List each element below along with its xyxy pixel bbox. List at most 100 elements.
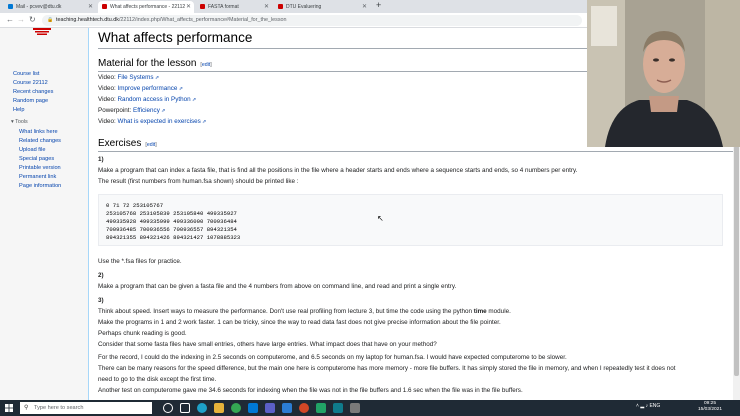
sidebar-item-recent-changes[interactable]: Recent changes xyxy=(13,88,53,97)
app-icon[interactable] xyxy=(350,403,360,413)
back-icon[interactable]: ← xyxy=(6,15,14,24)
excel-icon[interactable] xyxy=(316,403,326,413)
section-heading-material: Material for the lesson [edit] xyxy=(98,58,212,69)
dtu-logo[interactable] xyxy=(33,28,51,36)
edit-section-link: [edit] xyxy=(200,62,212,68)
mail-icon[interactable] xyxy=(248,403,258,413)
material-item: Video: Improve performance ⇗ xyxy=(98,85,183,92)
code-block: 0 71 72 253105767 253105768 253105839 25… xyxy=(98,194,723,246)
mouse-cursor-icon: ↖ xyxy=(377,214,384,223)
exercise-text: Perhaps chunk reading is good. xyxy=(98,330,187,337)
tools-item-special-pages[interactable]: Special pages xyxy=(19,155,61,164)
tools-list: What links here Related changes Upload f… xyxy=(19,128,61,191)
taskbar: ⚲ Type here to search ˄ ▂ ♪ ENG 09:25 15… xyxy=(0,400,740,416)
forward-icon[interactable]: → xyxy=(17,15,25,24)
exercise-text: Think about speed. Insert ways to measur… xyxy=(98,308,511,315)
tools-toggle[interactable]: ▾ Tools xyxy=(11,119,28,125)
close-tab-icon[interactable]: ✕ xyxy=(362,3,367,10)
external-link-icon: ⇗ xyxy=(177,86,183,92)
material-link-random-access[interactable]: Random access in Python xyxy=(118,96,191,103)
external-link-icon: ⇗ xyxy=(159,108,166,114)
outlook-icon xyxy=(8,4,13,9)
dtu-icon xyxy=(200,4,205,9)
exercise-text: need to go to the disk except the first … xyxy=(98,376,217,383)
divider xyxy=(98,151,733,152)
exercise-text: Another test on computerome gave me 34.6… xyxy=(98,387,523,394)
tools-item-related-changes[interactable]: Related changes xyxy=(19,137,61,146)
exercise-text: Make the programs in 1 and 2 work faster… xyxy=(98,319,501,326)
word-icon[interactable] xyxy=(282,403,292,413)
exercise-number: 1) xyxy=(98,156,104,163)
file-explorer-icon[interactable] xyxy=(214,403,224,413)
sidebar-item-course-list[interactable]: Course list xyxy=(13,70,53,79)
webcam-overlay xyxy=(587,0,740,147)
exercise-text: Consider that some fasta files have smal… xyxy=(98,341,437,348)
material-link-efficiency[interactable]: Efficiency xyxy=(133,107,160,114)
material-link-expected-in-exercises[interactable]: What is expected in exercises xyxy=(118,118,201,125)
exercise-number: 2) xyxy=(98,272,104,279)
material-item: Video: What is expected in exercises ⇗ xyxy=(98,118,207,125)
recorder-icon[interactable] xyxy=(299,403,309,413)
teams-icon[interactable] xyxy=(265,403,275,413)
tools-item-printable-version[interactable]: Printable version xyxy=(19,164,61,173)
tab-fasta-format[interactable]: FASTA format ✕ xyxy=(196,1,272,13)
material-item: Powerpoint: Efficiency ⇗ xyxy=(98,107,166,114)
dtu-icon xyxy=(278,4,283,9)
code-line: 700936485 700936556 700936557 894321354 xyxy=(106,226,237,233)
sidebar-item-course-22112[interactable]: Course 22112 xyxy=(13,79,53,88)
page-title: What affects performance xyxy=(98,30,253,45)
dtu-icon xyxy=(102,4,107,9)
exercise-text: Use the *.fsa files for practice. xyxy=(98,258,182,265)
chevron-up-icon[interactable]: ˄ xyxy=(636,403,639,409)
external-link-icon: ⇗ xyxy=(190,97,197,103)
code-line: 499335928 499335999 499336000 700936484 xyxy=(106,218,237,225)
sidebar-item-help[interactable]: Help xyxy=(13,106,53,115)
close-tab-icon[interactable]: ✕ xyxy=(88,3,93,10)
edit-section-link: [edit] xyxy=(145,142,157,148)
edge-icon[interactable] xyxy=(197,403,207,413)
taskbar-search-input[interactable]: ⚲ Type here to search xyxy=(20,402,152,414)
windows-start-icon[interactable] xyxy=(5,404,13,412)
language-indicator[interactable]: ENG xyxy=(649,403,660,409)
search-icon: ⚲ xyxy=(24,405,29,411)
volume-icon[interactable]: ♪ xyxy=(646,403,649,409)
wiki-sidebar: Course list Course 22112 Recent changes … xyxy=(0,28,88,400)
clock[interactable]: 09:25 15/03/2021 xyxy=(698,401,722,413)
screen: Mail - pcvev@dtu.dk ✕ What affects perfo… xyxy=(0,0,740,416)
exercise-text: The result (first numbers from human.fsa… xyxy=(98,178,299,185)
material-link-file-systems[interactable]: File Systems xyxy=(118,74,154,81)
tab-dtu-evaluering[interactable]: DTU Evaluering ✕ xyxy=(274,1,370,13)
task-view-icon[interactable] xyxy=(180,403,190,413)
url-host: teaching.healthtech.dtu.dk xyxy=(56,17,119,23)
cortana-icon[interactable] xyxy=(163,403,173,413)
external-link-icon: ⇗ xyxy=(153,75,160,81)
section-heading-exercises: Exercises [edit] xyxy=(98,138,157,149)
new-tab-icon[interactable]: + xyxy=(376,0,381,10)
reload-icon[interactable]: ↻ xyxy=(29,15,36,24)
tools-item-page-information[interactable]: Page information xyxy=(19,182,61,191)
material-link-improve-performance[interactable]: Improve performance xyxy=(118,85,178,92)
exercise-number: 3) xyxy=(98,297,104,304)
url-path: /22112/index.php/What_affects_performanc… xyxy=(118,17,287,23)
chrome-icon[interactable] xyxy=(231,403,241,413)
exercise-text: Make a program that can index a fasta fi… xyxy=(98,167,578,174)
code-line: 894321355 894321426 894321427 1078885323 xyxy=(106,234,241,241)
tab-mail[interactable]: Mail - pcvev@dtu.dk ✕ xyxy=(4,1,96,13)
material-item: Video: Random access in Python ⇗ xyxy=(98,96,197,103)
tools-item-permanent-link[interactable]: Permanent link xyxy=(19,173,61,182)
url-field[interactable]: 🔒 teaching.healthtech.dtu.dk/22112/index… xyxy=(42,15,582,26)
network-icon[interactable]: ▂ xyxy=(640,403,644,409)
scrollbar-thumb[interactable] xyxy=(734,146,739,376)
sidebar-item-random-page[interactable]: Random page xyxy=(13,97,53,106)
exercise-text: For the record, I could do the indexing … xyxy=(98,354,567,361)
close-tab-icon[interactable]: ✕ xyxy=(264,3,269,10)
external-link-icon: ⇗ xyxy=(200,119,207,125)
tools-item-what-links-here[interactable]: What links here xyxy=(19,128,61,137)
exercise-text: Make a program that can be given a fasta… xyxy=(98,283,457,290)
system-tray[interactable]: ˄ ▂ ♪ ENG xyxy=(636,403,660,409)
lock-icon: 🔒 xyxy=(47,17,54,23)
close-tab-icon[interactable]: ✕ xyxy=(186,3,191,10)
tab-what-affects-performance[interactable]: What affects performance - 22112 ✕ xyxy=(98,1,194,13)
app-icon[interactable] xyxy=(333,403,343,413)
tools-item-upload-file[interactable]: Upload file xyxy=(19,146,61,155)
